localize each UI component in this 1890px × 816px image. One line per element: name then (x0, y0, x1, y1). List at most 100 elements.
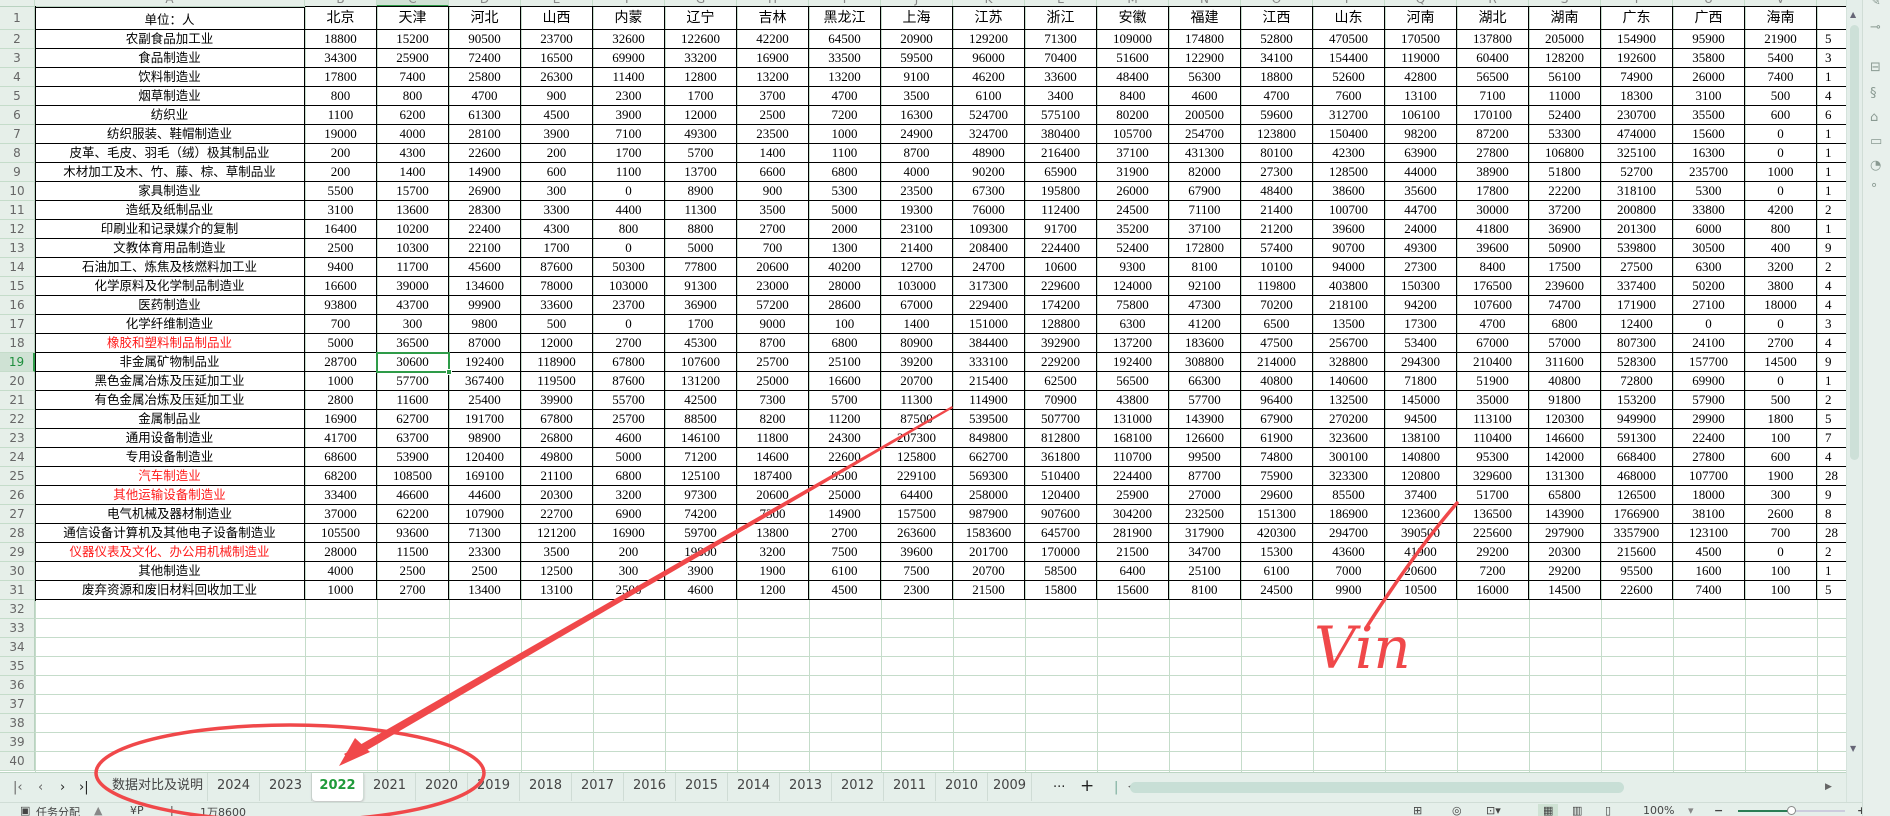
data-cell[interactable]: 109000 (1097, 30, 1169, 49)
data-cell[interactable]: 143900 (1169, 410, 1241, 429)
data-cell[interactable]: 215600 (1601, 543, 1673, 562)
data-cell[interactable]: 41800 (1457, 220, 1529, 239)
clipped-data-cell[interactable]: 1 (1817, 144, 1846, 163)
data-cell[interactable]: 200 (305, 144, 377, 163)
data-cell[interactable]: 205000 (1529, 30, 1601, 49)
data-cell[interactable]: 35800 (1673, 49, 1745, 68)
row-header-29[interactable]: 29 (0, 543, 35, 562)
data-cell[interactable]: 150300 (1385, 277, 1457, 296)
scroll-down-icon[interactable]: ▼ (1850, 744, 1856, 753)
data-cell[interactable]: 42300 (1313, 144, 1385, 163)
data-cell[interactable]: 16300 (881, 106, 953, 125)
data-cell[interactable]: 103000 (881, 277, 953, 296)
data-cell[interactable]: 14500 (1745, 353, 1817, 372)
data-cell[interactable]: 99900 (449, 296, 521, 315)
data-cell[interactable]: 0 (593, 182, 665, 201)
row-header-32[interactable]: 32 (0, 600, 35, 619)
data-cell[interactable]: 19000 (305, 125, 377, 144)
data-cell[interactable]: 24300 (809, 429, 881, 448)
data-cell[interactable]: 8400 (1097, 87, 1169, 106)
data-cell[interactable]: 50300 (593, 258, 665, 277)
industry-label-cell[interactable]: 其他运输设备制造业 (35, 486, 305, 505)
industry-label-cell[interactable]: 文教体育用品制造业 (35, 239, 305, 258)
data-cell[interactable]: 95300 (1457, 448, 1529, 467)
data-cell[interactable]: 800 (377, 87, 449, 106)
row-header-20[interactable]: 20 (0, 372, 35, 391)
data-cell[interactable]: 121200 (521, 524, 593, 543)
data-cell[interactable]: 2800 (305, 391, 377, 410)
data-cell[interactable]: 94500 (1385, 410, 1457, 429)
data-cell[interactable]: 1400 (881, 315, 953, 334)
data-cell[interactable]: 61900 (1241, 429, 1313, 448)
scroll-right-icon[interactable]: ▶ (1825, 782, 1832, 792)
data-cell[interactable]: 57000 (1529, 334, 1601, 353)
data-cell[interactable]: 1700 (665, 315, 737, 334)
industry-label-cell[interactable]: 家具制造业 (35, 182, 305, 201)
data-cell[interactable]: 224400 (1025, 239, 1097, 258)
clipped-data-cell[interactable]: 2 (1817, 258, 1846, 277)
industry-label-cell[interactable]: 有色金属冶炼及压延加工业 (35, 391, 305, 410)
data-cell[interactable]: 7500 (881, 562, 953, 581)
sheet-tab-2022[interactable]: 2022 (312, 773, 364, 801)
data-cell[interactable]: 270200 (1313, 410, 1385, 429)
data-cell[interactable]: 74700 (1529, 296, 1601, 315)
row-header-39[interactable]: 39 (0, 733, 35, 752)
task-caret-icon[interactable]: ▲ (94, 804, 102, 816)
data-cell[interactable]: 60400 (1457, 49, 1529, 68)
data-cell[interactable]: 949900 (1601, 410, 1673, 429)
data-cell[interactable]: 16600 (305, 277, 377, 296)
data-cell[interactable]: 170500 (1385, 30, 1457, 49)
data-cell[interactable]: 49300 (1385, 239, 1457, 258)
data-cell[interactable]: 30500 (1673, 239, 1745, 258)
data-cell[interactable]: 201300 (1601, 220, 1673, 239)
data-cell[interactable]: 99500 (1169, 448, 1241, 467)
data-cell[interactable]: 55700 (593, 391, 665, 410)
data-cell[interactable]: 900 (521, 87, 593, 106)
data-cell[interactable]: 297900 (1529, 524, 1601, 543)
data-cell[interactable]: 2500 (449, 562, 521, 581)
vertical-scrollbar[interactable]: ▲ ▼ (1846, 0, 1862, 802)
data-cell[interactable]: 59700 (665, 524, 737, 543)
data-cell[interactable]: 168100 (1097, 429, 1169, 448)
data-cell[interactable]: 294300 (1385, 353, 1457, 372)
data-cell[interactable]: 420300 (1241, 524, 1313, 543)
data-cell[interactable]: 75900 (1241, 467, 1313, 486)
data-cell[interactable]: 69900 (1673, 372, 1745, 391)
data-cell[interactable]: 56100 (1529, 68, 1601, 87)
data-cell[interactable]: 35000 (1457, 391, 1529, 410)
data-cell[interactable]: 48900 (953, 144, 1025, 163)
clipped-data-cell[interactable]: 3 (1817, 315, 1846, 334)
data-cell[interactable]: 662700 (953, 448, 1025, 467)
data-cell[interactable]: 93600 (377, 524, 449, 543)
data-cell[interactable]: 37400 (1385, 486, 1457, 505)
industry-label-cell[interactable]: 黑色金属冶炼及压延加工业 (35, 372, 305, 391)
data-cell[interactable]: 10300 (377, 239, 449, 258)
prev-sheet-button[interactable]: ‹ (38, 780, 43, 795)
data-cell[interactable]: 90700 (1313, 239, 1385, 258)
data-cell[interactable]: 67900 (1169, 182, 1241, 201)
data-cell[interactable]: 324700 (953, 125, 1025, 144)
data-cell[interactable]: 65800 (1529, 486, 1601, 505)
data-cell[interactable]: 16900 (593, 524, 665, 543)
row-header-16[interactable]: 16 (0, 296, 35, 315)
province-header-cell[interactable]: 江苏 (953, 7, 1025, 30)
data-cell[interactable]: 1400 (377, 163, 449, 182)
data-cell[interactable]: 39200 (881, 353, 953, 372)
data-cell[interactable]: 0 (1745, 372, 1817, 391)
data-cell[interactable]: 308800 (1169, 353, 1241, 372)
data-cell[interactable]: 51600 (1097, 49, 1169, 68)
data-cell[interactable]: 132500 (1313, 391, 1385, 410)
clipped-data-cell[interactable]: 28 (1817, 524, 1846, 543)
data-cell[interactable]: 16300 (1673, 144, 1745, 163)
data-cell[interactable]: 367400 (449, 372, 521, 391)
data-cell[interactable]: 33400 (305, 486, 377, 505)
clipped-data-cell[interactable]: 1 (1817, 68, 1846, 87)
data-cell[interactable]: 128200 (1529, 49, 1601, 68)
province-header-cell[interactable]: 山东 (1313, 7, 1385, 30)
row-header-22[interactable]: 22 (0, 410, 35, 429)
data-cell[interactable]: 13200 (737, 68, 809, 87)
data-cell[interactable]: 812800 (1025, 429, 1097, 448)
data-cell[interactable]: 10500 (1385, 581, 1457, 600)
data-cell[interactable]: 20700 (881, 372, 953, 391)
data-cell[interactable]: 8400 (1457, 258, 1529, 277)
